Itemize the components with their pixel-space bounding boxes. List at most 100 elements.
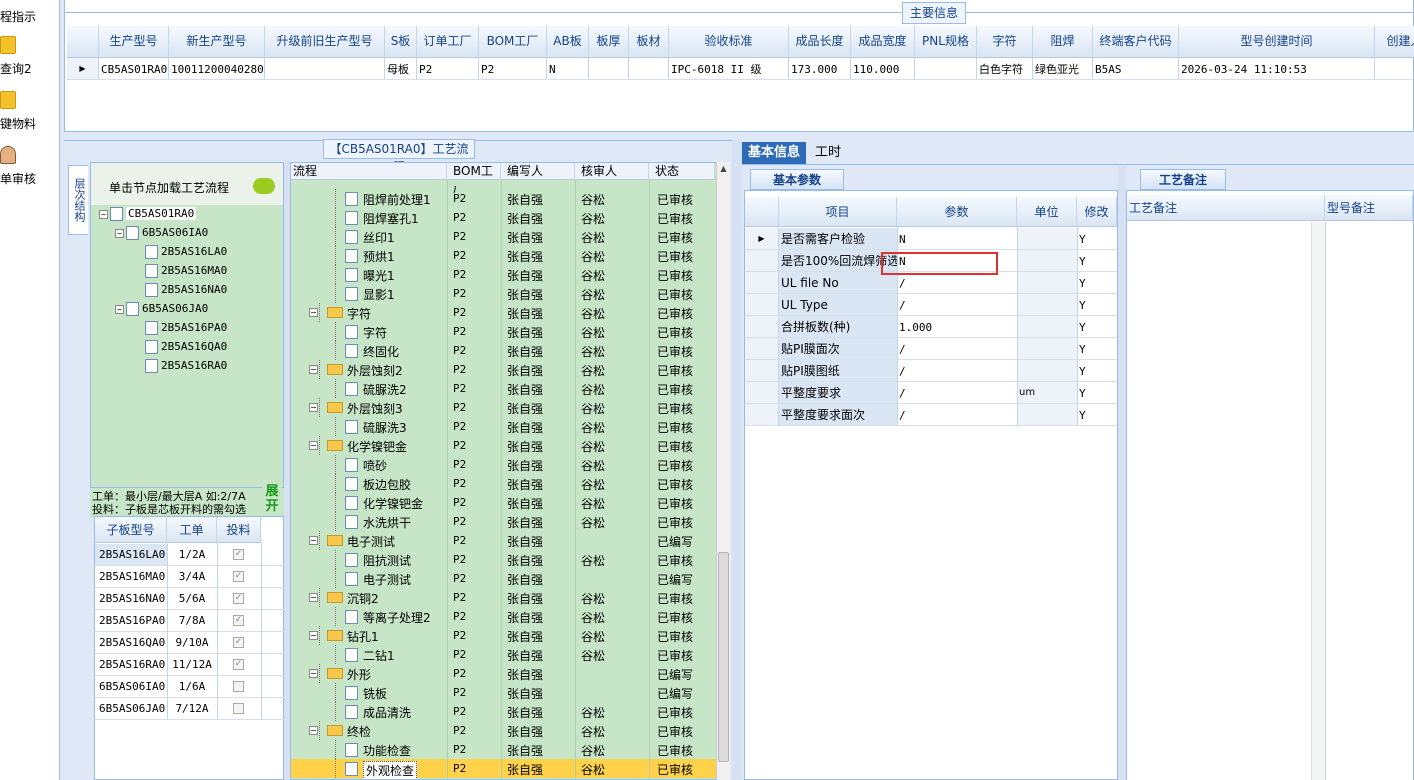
- param-value[interactable]: /: [899, 343, 1017, 356]
- process-scrollbar[interactable]: ▲: [716, 162, 730, 780]
- col-header[interactable]: 板材: [629, 26, 669, 58]
- row-selector[interactable]: [745, 404, 779, 426]
- nav-item-2[interactable]: 键物料: [0, 115, 60, 132]
- process-name[interactable]: 外观检查: [363, 761, 418, 779]
- main-info-cell[interactable]: IPC-6018 II 级: [671, 61, 787, 79]
- col-header[interactable]: 型号创建时间: [1179, 26, 1375, 58]
- process-name[interactable]: 显影1: [363, 286, 395, 303]
- collapse-icon[interactable]: −: [309, 536, 318, 545]
- main-info-cell[interactable]: P2: [419, 61, 477, 79]
- tree-node[interactable]: 2B5AS16QA0: [131, 340, 227, 359]
- row-selector[interactable]: [745, 272, 779, 294]
- sub-col-header[interactable]: 工单: [167, 517, 217, 543]
- collapse-icon[interactable]: −: [309, 631, 318, 640]
- feed-checkbox[interactable]: ✓: [233, 593, 244, 604]
- collapse-icon[interactable]: −: [115, 228, 124, 238]
- param-modify[interactable]: Y: [1079, 277, 1086, 290]
- row-selector[interactable]: [745, 382, 779, 404]
- process-name[interactable]: 成品清洗: [363, 704, 411, 721]
- tree-node[interactable]: 2B5AS16PA0: [131, 321, 227, 340]
- process-name[interactable]: 硫脲洗3: [363, 419, 407, 436]
- tree-node[interactable]: 2B5AS16LA0: [131, 245, 227, 264]
- side-tab-hierarchy[interactable]: 层次结构: [68, 165, 88, 235]
- collapse-icon[interactable]: −: [115, 304, 124, 314]
- main-info-cell[interactable]: P2: [481, 61, 545, 79]
- feed-checkbox[interactable]: ✓: [233, 659, 244, 670]
- sub-col-header[interactable]: 子板型号: [95, 517, 167, 543]
- process-col-header[interactable]: 流程: [291, 163, 447, 180]
- scrollbar-thumb[interactable]: [718, 552, 729, 762]
- param-modify[interactable]: Y: [1079, 365, 1086, 378]
- sub-col-header[interactable]: 投料: [217, 517, 261, 543]
- param-col-header[interactable]: 项目: [779, 197, 897, 227]
- feed-checkbox[interactable]: ✓: [233, 571, 244, 582]
- sub-board-model[interactable]: 2B5AS16QA0: [99, 636, 169, 649]
- sub-board-model[interactable]: 2B5AS16PA0: [99, 614, 169, 627]
- process-name[interactable]: 电子测试: [347, 533, 395, 550]
- craft-notes-text[interactable]: [1127, 222, 1325, 780]
- row-selector[interactable]: [745, 250, 779, 272]
- flow-panel-title[interactable]: 【CB5AS01RA0】工艺流程: [323, 139, 475, 174]
- row-selector[interactable]: [745, 360, 779, 382]
- notes-col-header[interactable]: 型号备注: [1325, 195, 1413, 221]
- process-name[interactable]: 喷砂: [363, 457, 387, 474]
- sub-board-order[interactable]: 7/12A: [167, 702, 217, 715]
- sub-board-model[interactable]: 2B5AS16RA0: [99, 658, 169, 671]
- main-info-title[interactable]: 主要信息: [902, 2, 966, 24]
- param-modify[interactable]: Y: [1079, 233, 1086, 246]
- main-info-cell[interactable]: N: [549, 61, 587, 79]
- collapse-icon[interactable]: −: [309, 593, 318, 602]
- param-value[interactable]: /: [899, 387, 1017, 400]
- tree-node[interactable]: 2B5AS16NA0: [131, 283, 227, 302]
- col-header[interactable]: 阻焊: [1033, 26, 1093, 58]
- tree-node[interactable]: 2B5AS16MA0: [131, 264, 227, 283]
- feed-checkbox[interactable]: [233, 681, 244, 692]
- process-name[interactable]: 字符: [363, 324, 387, 341]
- main-info-cell[interactable]: 173.000: [791, 61, 849, 79]
- tree-node[interactable]: 2B5AS16RA0: [131, 359, 227, 378]
- tree-node[interactable]: − 6B5AS06JA0: [115, 302, 208, 321]
- process-name[interactable]: 阻焊塞孔1: [363, 210, 419, 227]
- main-info-cell[interactable]: CB5AS01RA0: [101, 61, 167, 79]
- process-name[interactable]: 外形: [347, 666, 371, 683]
- col-header[interactable]: 升级前旧生产型号: [265, 26, 385, 58]
- process-name[interactable]: 电子测试: [363, 571, 411, 588]
- param-col-header[interactable]: 参数: [897, 197, 1017, 227]
- main-info-cell[interactable]: 10011200040280: [171, 61, 263, 79]
- collapse-icon[interactable]: −: [309, 726, 318, 735]
- main-info-cell[interactable]: 白色字符: [979, 61, 1031, 79]
- param-modify[interactable]: Y: [1079, 299, 1086, 312]
- param-value[interactable]: N: [899, 233, 1017, 246]
- process-col-header[interactable]: 编写人: [501, 163, 575, 180]
- process-col-header[interactable]: 核审人: [575, 163, 649, 180]
- process-name[interactable]: 水洗烘干: [363, 514, 411, 531]
- process-name[interactable]: 化学镍钯金: [347, 438, 407, 455]
- process-name[interactable]: 曝光1: [363, 267, 395, 284]
- col-header[interactable]: 终端客户代码: [1093, 26, 1179, 58]
- feed-checkbox[interactable]: ✓: [233, 637, 244, 648]
- sub-board-order[interactable]: 9/10A: [167, 636, 217, 649]
- collapse-icon[interactable]: −: [309, 365, 318, 374]
- process-name[interactable]: 功能检查: [363, 742, 411, 759]
- sub-board-order[interactable]: 5/6A: [167, 592, 217, 605]
- param-value[interactable]: /: [899, 277, 1017, 290]
- process-name[interactable]: 预烘1: [363, 248, 395, 265]
- collapse-icon[interactable]: −: [309, 308, 318, 317]
- row-selector-icon[interactable]: ▶: [67, 58, 99, 79]
- process-col-header[interactable]: 状态: [649, 163, 715, 180]
- collapse-icon[interactable]: −: [309, 669, 318, 678]
- row-selector[interactable]: [745, 316, 779, 338]
- process-name[interactable]: 阻焊前处理1: [363, 191, 431, 208]
- col-header[interactable]: BOM工厂: [479, 26, 547, 58]
- collapse-icon[interactable]: −: [309, 441, 318, 450]
- tree-node[interactable]: − CB5AS01RA0: [99, 207, 197, 226]
- tab-craft-notes[interactable]: 工艺备注: [1140, 169, 1226, 190]
- expand-button[interactable]: 展开: [262, 484, 282, 518]
- process-name[interactable]: 硫脲洗2: [363, 381, 407, 398]
- param-value[interactable]: 1.000: [899, 321, 1017, 334]
- process-name[interactable]: 外层蚀刻3: [347, 400, 403, 417]
- param-value[interactable]: /: [899, 365, 1017, 378]
- sub-board-order[interactable]: 11/12A: [167, 658, 217, 671]
- vertical-splitter-2[interactable]: [732, 140, 742, 780]
- col-header[interactable]: 板厚: [589, 26, 629, 58]
